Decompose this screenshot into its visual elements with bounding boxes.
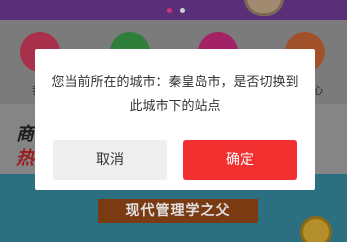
carousel-indicator-active — [167, 8, 172, 13]
promo-text-2: 热 — [16, 148, 34, 169]
confirm-button[interactable]: 确定 — [183, 140, 297, 180]
course-mascot-image — [300, 216, 332, 242]
carousel-indicator — [180, 8, 185, 13]
page: 我 心 商 热 现代管理学之父 您当前所在的城市：秦皇岛市，是否切换到此城市下的… — [0, 0, 347, 242]
course-banner-title: 现代管理学之父 — [98, 199, 258, 223]
city-switch-dialog: 您当前所在的城市：秦皇岛市，是否切换到此城市下的站点 取消 确定 — [35, 49, 315, 190]
dialog-message: 您当前所在的城市：秦皇岛市，是否切换到此城市下的站点 — [51, 75, 299, 114]
top-carousel-banner[interactable] — [0, 0, 347, 20]
cancel-button[interactable]: 取消 — [53, 140, 167, 180]
promo-text-1: 商 — [16, 124, 34, 145]
banner-mascot-image — [244, 0, 284, 16]
